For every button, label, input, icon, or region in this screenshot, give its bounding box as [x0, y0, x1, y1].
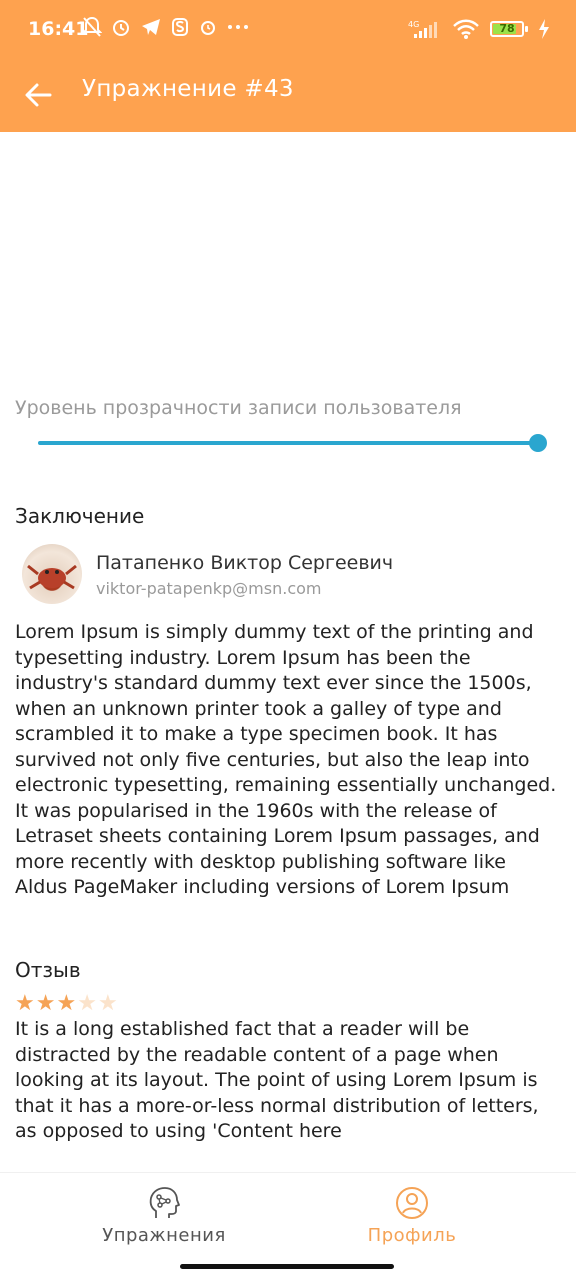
app-bar: Упражнение #43 — [0, 62, 576, 132]
battery-icon: 78 — [490, 21, 528, 37]
signal-4g-icon: 4G — [408, 20, 437, 38]
home-indicator — [180, 1264, 394, 1269]
star-filled-icon: ★ — [56, 991, 77, 1016]
bell-off-icon — [82, 16, 102, 37]
crab-avatar-icon — [27, 564, 77, 590]
transparency-label: Уровень прозрачности записи пользователя — [15, 397, 462, 419]
alarm-icon — [113, 20, 129, 36]
star-empty-icon: ★ — [77, 991, 97, 1016]
author-email: viktor-patapenkp@msn.com — [96, 579, 322, 598]
slider-thumb[interactable] — [529, 434, 547, 452]
wifi-icon — [453, 19, 479, 39]
rating-stars: ★ ★ ★ ★ ★ — [15, 992, 118, 1016]
system-icons: 4G 78 — [408, 18, 550, 40]
battery-level: 78 — [499, 22, 515, 35]
page-title: Упражнение #43 — [82, 76, 294, 102]
exercises-head-icon — [149, 1187, 180, 1218]
top-app-bar: 16:41 4G 78 Упражнение #43 — [0, 0, 576, 132]
charging-bolt-icon — [539, 19, 549, 39]
s-app-icon — [172, 18, 188, 36]
slider-track[interactable] — [38, 441, 538, 445]
transparency-slider[interactable] — [38, 433, 548, 453]
nav-item-exercises[interactable]: Упражнения — [20, 1173, 308, 1263]
author-name: Патапенко Виктор Сергеевич — [96, 552, 394, 574]
star-filled-icon: ★ — [35, 991, 56, 1016]
review-heading: Отзыв — [15, 958, 81, 982]
nav-label-profile: Профиль — [367, 1225, 457, 1246]
more-dots-icon — [228, 25, 248, 29]
alarm-clock-icon — [201, 21, 215, 35]
arrow-left-icon[interactable] — [20, 76, 60, 116]
telegram-icon — [142, 19, 160, 35]
star-filled-icon: ★ — [15, 991, 35, 1016]
conclusion-heading: Заключение — [15, 504, 145, 528]
nav-label-exercises: Упражнения — [102, 1225, 226, 1246]
status-bar: 16:41 4G 78 — [0, 0, 576, 62]
star-empty-icon: ★ — [97, 991, 118, 1016]
conclusion-text: Lorem Ipsum is simply dummy text of the … — [15, 621, 557, 898]
notification-icons — [82, 16, 250, 38]
avatar — [22, 544, 82, 604]
status-time: 16:41 — [28, 18, 89, 40]
review-text: It is a long established fact that a rea… — [15, 1018, 539, 1142]
svg-text:4G: 4G — [408, 20, 419, 29]
profile-icon — [396, 1187, 428, 1219]
nav-item-profile[interactable]: Профиль — [268, 1173, 556, 1263]
